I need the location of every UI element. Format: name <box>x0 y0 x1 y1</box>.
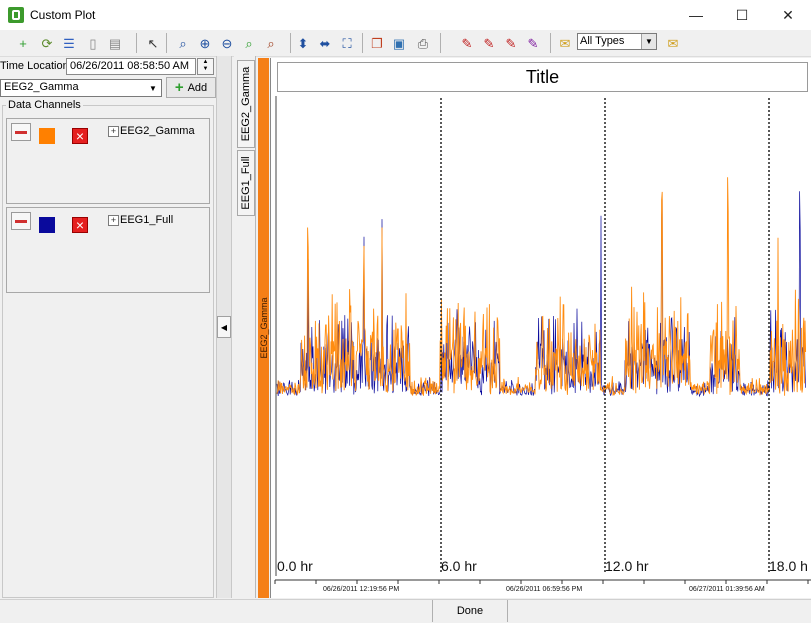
annotation-list-icon[interactable]: ✎ <box>524 34 542 52</box>
data-channels-label: Data Channels <box>6 99 83 111</box>
tab-eeg2-gamma[interactable]: EEG2_Gamma <box>237 60 255 148</box>
image-icon[interactable]: ▣ <box>390 34 408 52</box>
toolbar-separator <box>550 33 551 53</box>
channel-select-value: EEG2_Gamma <box>4 81 79 93</box>
hour-label: 6.0 hr <box>441 558 477 574</box>
chevron-down-icon: ▼ <box>149 83 157 93</box>
expand-icon[interactable]: + <box>108 126 119 137</box>
chevron-down-icon: ▼ <box>641 34 656 49</box>
toolbar-separator <box>290 33 291 53</box>
hour-label: 0.0 hr <box>277 558 313 574</box>
hour-label: 18.0 h <box>769 558 808 574</box>
expand-icon[interactable]: + <box>108 215 119 226</box>
types-select-value: All Types <box>580 35 625 47</box>
fit-horizontal-icon[interactable]: ⬌ <box>316 34 334 52</box>
date-label: 06/26/2011 12:19:56 PM <box>323 586 399 593</box>
strip-label: EEG2_Gamma <box>258 58 269 598</box>
add-button[interactable]: + Add <box>166 77 216 98</box>
add-channel-icon[interactable]: + <box>14 34 32 52</box>
channels-list-icon[interactable]: ☰ <box>60 34 78 52</box>
channel-name: EEG2_Gamma <box>120 125 195 137</box>
channel-name: EEG1_Full <box>120 214 174 226</box>
tab-eeg1-full[interactable]: EEG1_Full <box>237 150 255 216</box>
plus-icon: + <box>174 79 184 96</box>
close-button[interactable]: ✕ <box>765 0 811 30</box>
eeg2-gamma-trace <box>276 177 807 396</box>
zoom-reset-icon[interactable]: ⌕ <box>262 34 280 52</box>
date-label: 06/27/2011 01:39:56 AM <box>689 586 765 593</box>
toolbar-separator <box>166 33 167 53</box>
window-title: Custom Plot <box>30 8 96 22</box>
signal-plot[interactable]: 0.0 hr 6.0 hr 12.0 hr 18.0 h 06/26/2011 12:… <box>270 96 811 598</box>
zoom-icon[interactable]: ⌕ <box>174 34 192 52</box>
date-label: 06/26/2011 06:59:56 PM <box>506 586 582 593</box>
pointer-icon[interactable]: ↖ <box>144 34 162 52</box>
copy-icon[interactable]: ❐ <box>368 34 386 52</box>
fit-all-icon[interactable]: ⛶ <box>338 34 356 52</box>
channel-select[interactable]: EEG2_Gamma ▼ <box>0 79 162 97</box>
tab-label: EEG2_Gamma <box>240 66 252 142</box>
remove-channel-button[interactable] <box>11 212 31 230</box>
time-location-input[interactable]: 06/26/2011 08:58:50 AM <box>66 58 196 75</box>
toolbar-separator <box>362 33 363 53</box>
delete-icon[interactable]: × <box>72 217 88 233</box>
status-text: Done <box>432 600 508 622</box>
stack-icon[interactable]: ▤ <box>106 34 124 52</box>
channel-color-swatch[interactable] <box>39 217 55 233</box>
print-icon[interactable]: ⎙ <box>414 34 432 52</box>
annotation-add-icon[interactable]: ✎ <box>502 34 520 52</box>
plot-title[interactable]: Title <box>277 62 808 92</box>
time-spinner[interactable]: ▲ ▼ <box>197 58 214 75</box>
strip-label-text: EEG2_Gamma <box>258 297 269 359</box>
tab-label: EEG1_Full <box>240 156 252 210</box>
add-button-label: Add <box>187 81 208 94</box>
time-location-label: Time Location <box>0 60 69 72</box>
minimize-button[interactable]: — <box>673 0 719 30</box>
comment-next-icon[interactable]: ✉ <box>664 34 682 52</box>
split-pane-icon[interactable]: ▯ <box>84 34 102 52</box>
channel-card-eeg1-full: × + EEG1_Full <box>6 207 210 293</box>
fit-vertical-icon[interactable]: ⬍ <box>294 34 312 52</box>
channel-card-eeg2-gamma: × + EEG2_Gamma <box>6 118 210 204</box>
toolbar-separator <box>136 33 137 53</box>
channel-color-swatch[interactable] <box>39 128 55 144</box>
types-select[interactable]: All Types ▼ <box>577 33 657 50</box>
toolbar-separator <box>440 33 441 53</box>
delete-icon[interactable]: × <box>72 128 88 144</box>
remove-channel-button[interactable] <box>11 123 31 141</box>
hour-label: 12.0 hr <box>605 558 649 574</box>
zoom-out-icon[interactable]: ⊖ <box>218 34 236 52</box>
status-bar <box>0 599 811 623</box>
annotation-prev-icon[interactable]: ✎ <box>480 34 498 52</box>
app-icon <box>8 7 24 23</box>
zoom-fit-icon[interactable]: ⌕ <box>240 34 258 52</box>
comment-icon[interactable]: ✉ <box>556 34 574 52</box>
collapse-left-icon[interactable]: ◀ <box>217 316 231 338</box>
toolbar: + ⟳ ☰ ▯ ▤ ↖ ⌕ ⊕ ⊖ ⌕ ⌕ ⬍ ⬌ ⛶ ❐ ▣ ⎙ ✎ ✎ ✎ ✎ ✉ ✉ All Types ▼ <box>0 30 811 57</box>
annotation-icon[interactable]: ✎ <box>458 34 476 52</box>
maximize-button[interactable]: ☐ <box>719 0 765 30</box>
zoom-in-icon[interactable]: ⊕ <box>196 34 214 52</box>
refresh-icon[interactable]: ⟳ <box>38 34 56 52</box>
